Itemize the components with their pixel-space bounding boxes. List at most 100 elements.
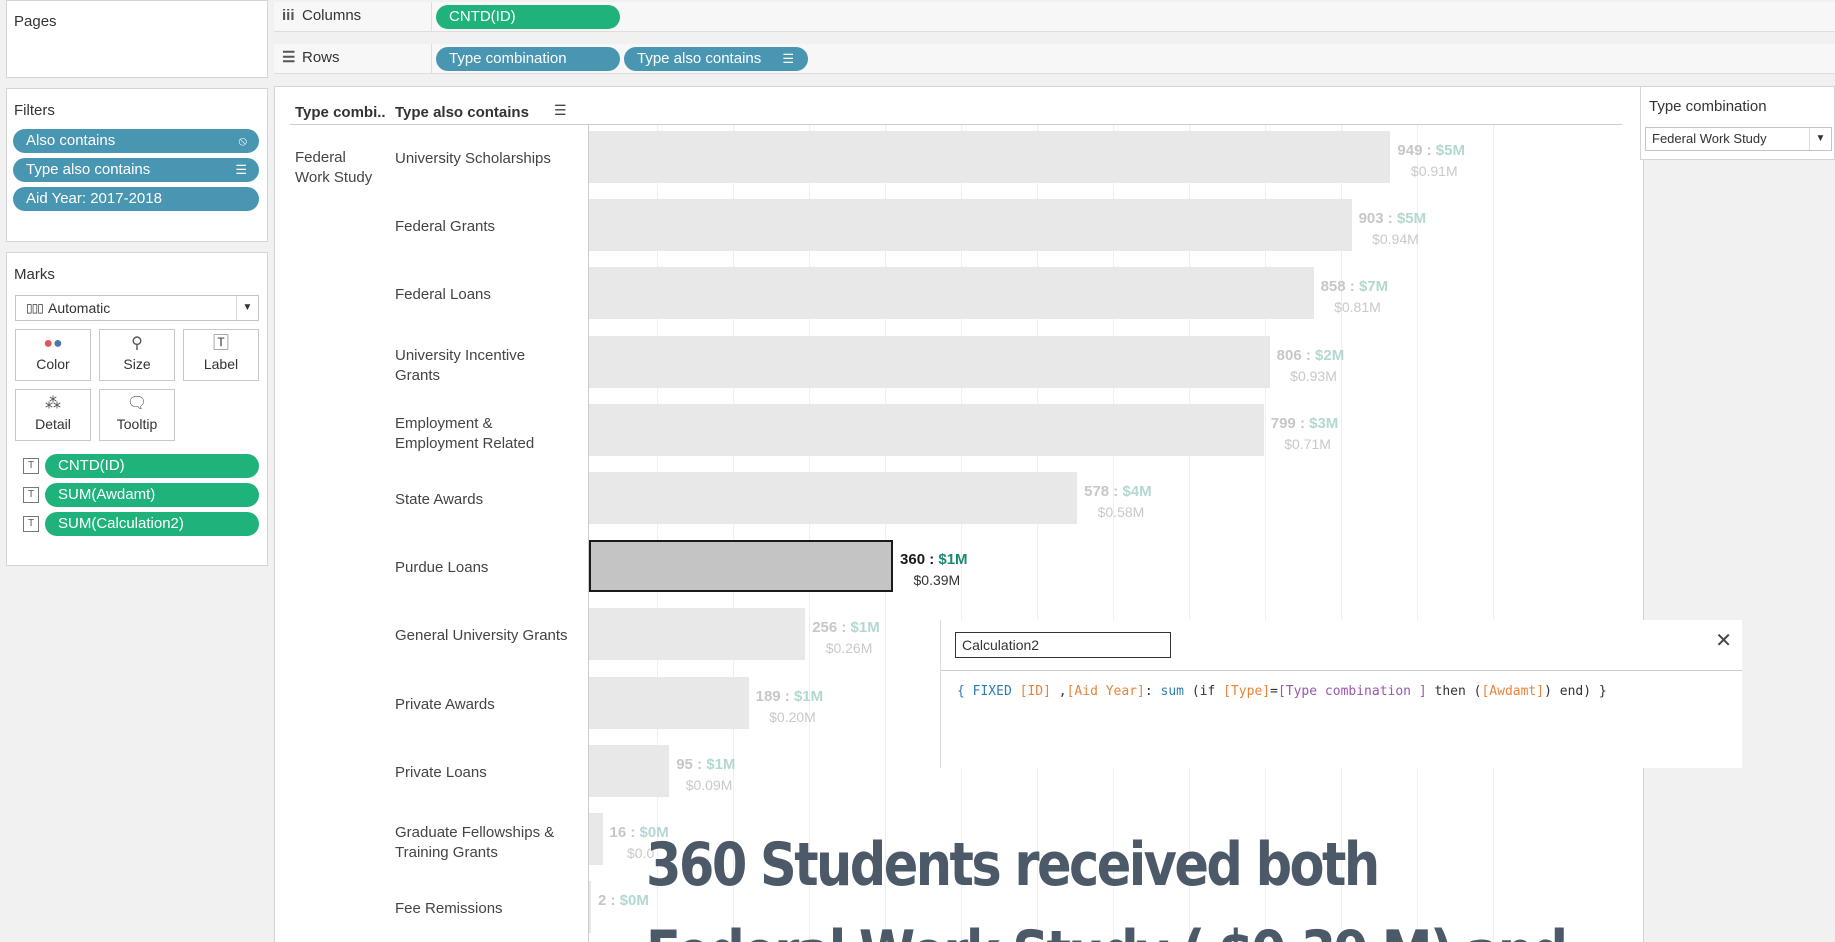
pill-label: CNTD(ID) xyxy=(449,8,516,25)
bar-private-loans[interactable] xyxy=(589,744,670,797)
data-label-count: 949 : $5M xyxy=(1397,142,1465,159)
bar-purdue-loans[interactable] xyxy=(589,540,894,593)
data-label-calc: $0.94M xyxy=(1372,231,1419,248)
row-label[interactable]: University Scholarships xyxy=(395,149,595,169)
gridline xyxy=(1493,124,1494,942)
size-icon: ⚲ xyxy=(131,335,143,352)
rows-pill-type-also-contains[interactable]: Type also contains ☰ xyxy=(624,47,808,71)
text-icon: 🅃 xyxy=(212,335,229,352)
calculation-name-input[interactable]: Calculation2 xyxy=(955,632,1171,658)
bar-fee-remissions[interactable] xyxy=(589,881,591,934)
row-label[interactable]: Private Awards xyxy=(395,695,595,715)
data-label-calc: $0.58M xyxy=(1097,504,1145,520)
close-icon[interactable]: ✕ xyxy=(1715,628,1732,653)
chevron-down-icon: ▼ xyxy=(236,296,258,320)
header-separator xyxy=(290,124,1622,125)
mark-field-cntd-id[interactable]: CNTD(ID) xyxy=(45,454,259,478)
sort-icon: ☰ xyxy=(782,51,794,66)
tooltip-button[interactable]: 🗨 Tooltip xyxy=(99,389,175,441)
filter-also-contains[interactable]: Also contains ⦸ xyxy=(13,129,259,153)
row-label[interactable]: State Awards xyxy=(395,490,595,510)
row-label[interactable]: Federal Grants xyxy=(395,217,595,237)
row-label[interactable]: Employment & Employment Related xyxy=(395,414,595,454)
bar-state-awards[interactable] xyxy=(589,472,1078,524)
col-header-type-also-contains[interactable]: Type also contains xyxy=(395,104,529,121)
formula-token: [ID] xyxy=(1019,684,1051,699)
columns-shelf-label: iii Columns xyxy=(282,2,361,30)
columns-pill-cntd-id[interactable]: CNTD(ID) xyxy=(436,5,620,29)
data-label-count: 578 : $4M xyxy=(1084,483,1152,500)
rows-pill-type-combination[interactable]: Type combination xyxy=(436,47,620,71)
columns-shelf[interactable]: iii Columns CNTD(ID) xyxy=(274,2,1835,32)
bar-private-awards[interactable] xyxy=(589,676,749,729)
data-label-calc: $0.26M xyxy=(825,640,873,657)
color-button[interactable]: ●● Color xyxy=(15,329,91,381)
detail-button[interactable]: ⁂ Detail xyxy=(15,389,91,441)
bar-chart-icon: ▯▯▯ xyxy=(26,301,44,315)
rows-shelf-label: ☰ Rows xyxy=(282,44,340,72)
parameter-value: Federal Work Study xyxy=(1652,131,1767,146)
rows-shelf[interactable]: ☰ Rows Type combination Type also contain… xyxy=(274,44,1835,74)
formula-token: = xyxy=(1270,684,1278,699)
label-button[interactable]: 🅃 Label xyxy=(183,329,259,381)
data-label-count: 360 : $1M xyxy=(900,551,968,569)
bar-employment-employment-related[interactable] xyxy=(589,403,1264,456)
bar-general-university-grants[interactable] xyxy=(589,608,806,661)
mark-field-sum-calculation2[interactable]: SUM(Calculation2) xyxy=(45,512,259,536)
row-label[interactable]: Fee Remissions xyxy=(395,899,595,919)
color-icon: ●● xyxy=(43,335,63,352)
detail-label: Detail xyxy=(35,416,71,432)
set-icon: ⦸ xyxy=(238,133,247,148)
col-header-type-combination[interactable]: Type combi.. xyxy=(295,104,386,121)
bar-university-scholarships[interactable] xyxy=(589,131,1391,183)
row-label[interactable]: General University Grants xyxy=(395,626,595,646)
filter-label: Also contains xyxy=(26,132,116,149)
mark-type-dropdown[interactable]: ▯▯▯ Automatic ▼ xyxy=(15,295,259,321)
data-label-calc: $0.71M xyxy=(1284,435,1331,452)
formula-editor[interactable]: { FIXED [ID] ,[Aid Year]: sum (if [Type]… xyxy=(957,684,1607,699)
filter-aid-year[interactable]: Aid Year: 2017-2018 xyxy=(13,187,259,211)
size-label: Size xyxy=(123,356,151,372)
formula-token: { FIXED xyxy=(957,684,1020,699)
text-mark-icon: T xyxy=(23,458,39,474)
bar-federal-loans[interactable] xyxy=(589,267,1314,320)
pill-label: Type combination xyxy=(449,50,567,67)
marks-title: Marks xyxy=(14,266,55,283)
parameter-title: Type combination xyxy=(1649,98,1767,115)
mark-field-label: SUM(Awdamt) xyxy=(58,486,156,503)
data-label-calc: $0.93M xyxy=(1290,367,1337,384)
sort-icon[interactable]: ☰ xyxy=(554,102,567,119)
data-label-count: 2 : $0M xyxy=(598,892,649,910)
filter-type-also-contains[interactable]: Type also contains ☰ xyxy=(13,158,259,182)
row-label[interactable]: Federal Loans xyxy=(395,285,595,305)
formula-token: , xyxy=(1050,684,1067,699)
row-label[interactable]: Purdue Loans xyxy=(395,558,595,578)
mark-type-value: Automatic xyxy=(48,300,111,316)
bar-federal-grants[interactable] xyxy=(589,199,1352,252)
pages-panel: Pages xyxy=(6,0,268,78)
editor-divider xyxy=(941,670,1742,671)
data-label-count: 799 : $3M xyxy=(1270,414,1339,432)
mark-field-label: CNTD(ID) xyxy=(58,457,125,474)
filter-label: Type also contains xyxy=(26,161,151,178)
row-label[interactable]: Private Loans xyxy=(395,763,595,783)
data-label-calc: $0.81M xyxy=(1334,299,1381,316)
size-button[interactable]: ⚲ Size xyxy=(99,329,175,381)
bar-university-incentive-grants[interactable] xyxy=(589,335,1270,388)
bar-graduate-fellowships-training-grants[interactable] xyxy=(589,813,603,865)
parameter-dropdown[interactable]: Federal Work Study ▼ xyxy=(1645,127,1832,151)
row-label[interactable]: Graduate Fellowships & Training Grants xyxy=(395,823,595,863)
formula-token: [Type] xyxy=(1223,684,1271,699)
marks-panel: Marks ▯▯▯ Automatic ▼ ●● Color ⚲ Size 🅃 … xyxy=(6,252,268,566)
row-label[interactable]: University Incentive Grants xyxy=(395,346,595,386)
formula-token: sum xyxy=(1160,684,1185,699)
data-label-count: 858 : $7M xyxy=(1320,278,1389,296)
overlay-headline-line2: Federal Work Study ( $0.39 M) and xyxy=(646,918,1568,942)
mark-field-sum-awdamt[interactable]: SUM(Awdamt) xyxy=(45,483,259,507)
columns-icon: iii xyxy=(282,7,295,24)
filters-panel: Filters Also contains ⦸ Type also contai… xyxy=(6,88,268,242)
filters-title: Filters xyxy=(14,102,55,119)
data-label-count: 95 : $1M xyxy=(676,755,736,773)
formula-token: then ( xyxy=(1426,684,1482,699)
sort-icon: ☰ xyxy=(235,162,247,177)
